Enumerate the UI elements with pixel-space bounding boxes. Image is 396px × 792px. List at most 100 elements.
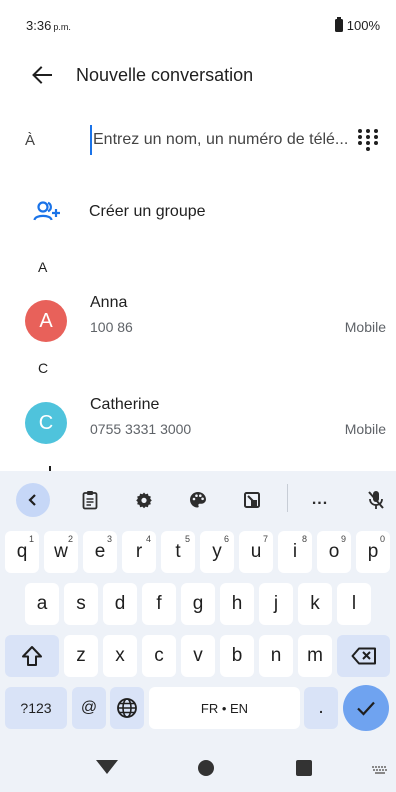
- key-m[interactable]: m: [298, 635, 332, 677]
- key-hint: 7: [262, 534, 268, 544]
- keyboard-switch-icon[interactable]: [372, 766, 388, 774]
- nav-recents-button[interactable]: [296, 760, 312, 776]
- key-r[interactable]: r4: [122, 531, 156, 573]
- key-n[interactable]: n: [259, 635, 293, 677]
- contact-number: 100 86: [90, 319, 133, 335]
- key-at[interactable]: @: [72, 687, 106, 729]
- symbols-key[interactable]: ?123: [5, 687, 67, 729]
- battery-icon: [334, 17, 343, 32]
- on-screen-keyboard: ... q1 w2 e3 r4 t5 y6 u7 i8 o9 p0 a s d …: [0, 471, 396, 741]
- shift-key[interactable]: [5, 635, 59, 677]
- globe-icon: [117, 698, 137, 718]
- key-y[interactable]: y6: [200, 531, 234, 573]
- key-label: i: [292, 541, 298, 562]
- clipboard-button[interactable]: [75, 485, 105, 515]
- key-a[interactable]: a: [25, 583, 59, 625]
- key-o[interactable]: o9: [317, 531, 351, 573]
- key-d[interactable]: d: [103, 583, 137, 625]
- backspace-key[interactable]: [337, 635, 390, 677]
- nav-home-button[interactable]: [198, 760, 214, 776]
- page-title: Nouvelle conversation: [76, 64, 254, 85]
- key-v[interactable]: v: [181, 635, 215, 677]
- contact-number: 0755 3331 3000: [90, 421, 192, 437]
- clipboard-icon: [82, 491, 98, 510]
- contact-item[interactable]: A Anna 100 86 Mobile: [0, 292, 396, 352]
- contact-name: Anna: [90, 294, 128, 311]
- key-g[interactable]: g: [181, 583, 215, 625]
- key-label: q: [16, 541, 28, 562]
- key-label: t: [175, 541, 181, 562]
- key-x[interactable]: x: [103, 635, 137, 677]
- keyboard-collapse-button[interactable]: [16, 483, 50, 517]
- recipient-input[interactable]: [90, 125, 350, 155]
- battery-level: 100%: [346, 18, 380, 33]
- key-b[interactable]: b: [220, 635, 254, 677]
- key-s[interactable]: s: [64, 583, 98, 625]
- battery-indicator: 100%: [334, 17, 380, 33]
- key-label: w: [54, 541, 68, 562]
- key-t[interactable]: t5: [161, 531, 195, 573]
- dialpad-icon: [365, 135, 370, 139]
- key-hint: 2: [67, 534, 73, 544]
- arrow-back-icon: [32, 66, 52, 84]
- recipient-row: À: [0, 118, 396, 162]
- contact-number-type: Mobile: [344, 319, 386, 335]
- key-e[interactable]: e3: [83, 531, 117, 573]
- dialpad-icon: [373, 129, 378, 133]
- dialpad-icon: [365, 141, 370, 145]
- key-c[interactable]: c: [142, 635, 176, 677]
- back-button[interactable]: [22, 55, 62, 95]
- contact-item[interactable]: C Catherine 0755 3331 3000 Mobile: [0, 394, 396, 454]
- language-key[interactable]: [110, 687, 144, 729]
- key-q[interactable]: q1: [5, 531, 39, 573]
- clock-time: 3:36: [26, 18, 52, 33]
- space-bar[interactable]: FR • EN: [149, 687, 300, 729]
- key-z[interactable]: z: [64, 635, 98, 677]
- key-w[interactable]: w2: [44, 531, 78, 573]
- key-hint: 5: [184, 534, 190, 544]
- resize-icon: [244, 492, 260, 508]
- nav-back-button[interactable]: [96, 760, 118, 774]
- section-header: C: [38, 360, 49, 376]
- dialpad-button[interactable]: [356, 126, 380, 154]
- settings-button[interactable]: [129, 485, 159, 515]
- to-label: À: [25, 131, 36, 149]
- key-f[interactable]: f: [142, 583, 176, 625]
- create-group-label: Créer un groupe: [89, 203, 206, 220]
- key-label: o: [328, 541, 340, 562]
- key-period[interactable]: .: [304, 687, 338, 729]
- key-hint: 3: [106, 534, 112, 544]
- status-time: 3:36 p.m.: [26, 18, 71, 33]
- checkmark-icon: [357, 701, 375, 716]
- palette-icon: [190, 492, 206, 508]
- navigation-bar: [0, 741, 396, 792]
- create-group-button[interactable]: Créer un groupe: [0, 192, 396, 232]
- app-bar: Nouvelle conversation: [0, 55, 396, 95]
- dialpad-icon: [365, 129, 370, 133]
- enter-key[interactable]: [343, 685, 389, 731]
- key-p[interactable]: p0: [356, 531, 390, 573]
- contact-name: Catherine: [90, 396, 160, 413]
- dialpad-icon: [373, 141, 378, 145]
- voice-input-button[interactable]: [361, 485, 391, 515]
- key-l[interactable]: l: [337, 583, 371, 625]
- key-k[interactable]: k: [298, 583, 332, 625]
- key-h[interactable]: h: [220, 583, 254, 625]
- floating-keyboard-button[interactable]: [237, 485, 267, 515]
- dialpad-icon: [357, 141, 362, 145]
- more-options-button[interactable]: ...: [305, 485, 335, 515]
- key-hint: 6: [223, 534, 229, 544]
- clock-ampm: p.m.: [53, 22, 71, 32]
- key-j[interactable]: j: [259, 583, 293, 625]
- shift-icon: [22, 646, 42, 666]
- group-add-icon: [33, 201, 60, 221]
- key-label: r: [135, 541, 143, 562]
- dialpad-icon: [373, 135, 378, 139]
- theme-button[interactable]: [183, 485, 213, 515]
- key-i[interactable]: i8: [278, 531, 312, 573]
- dialpad-icon: [357, 129, 362, 133]
- key-label: e: [94, 541, 106, 562]
- dialpad-icon: [357, 135, 362, 139]
- dialpad-icon: [365, 147, 370, 151]
- key-u[interactable]: u7: [239, 531, 273, 573]
